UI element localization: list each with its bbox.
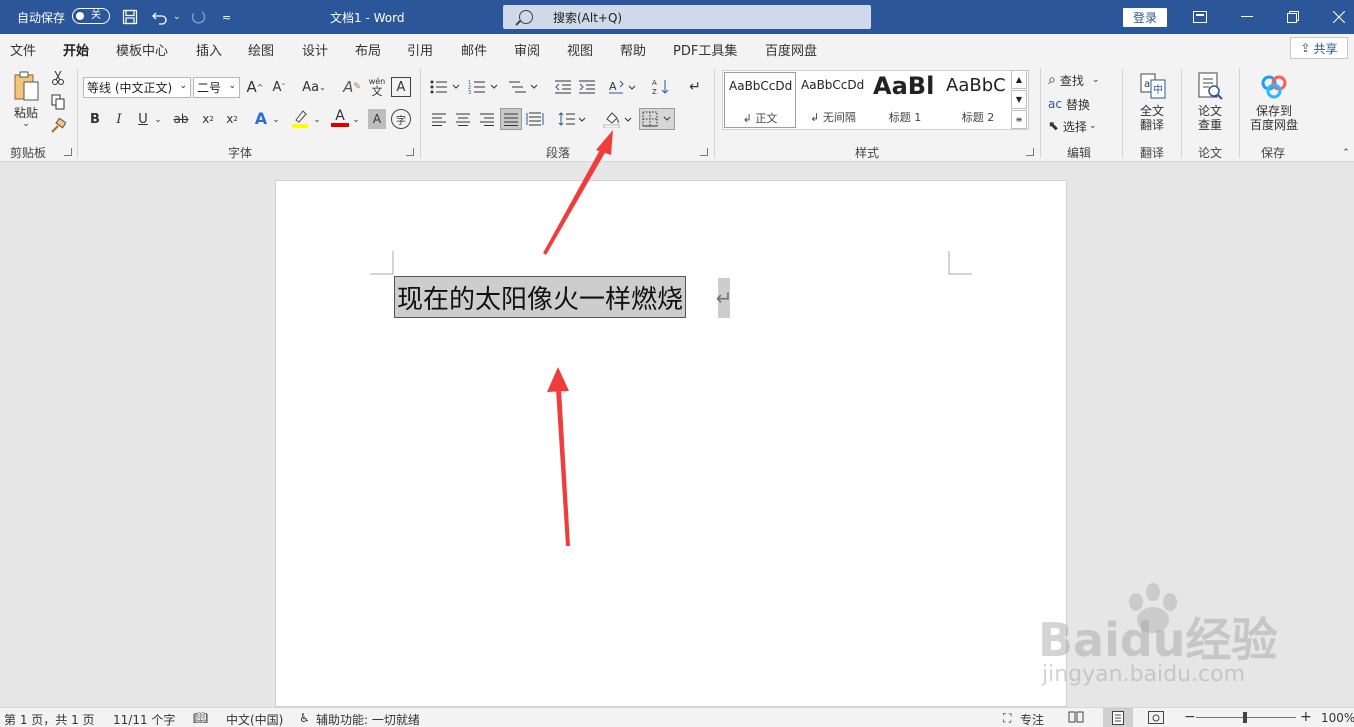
proofing-icon[interactable]: 📖︎	[193, 711, 208, 725]
watermark-url: jingyan.baidu.com	[1042, 662, 1246, 687]
status-bar: 第 1 页，共 1 页 11/11 个字 📖︎ 中文(中国) ♿︎ 辅助功能: …	[0, 707, 1354, 727]
accessibility-status[interactable]: 辅助功能: 一切就绪	[316, 711, 420, 727]
zoom-in-button[interactable]: +	[1300, 709, 1312, 725]
focus-icon[interactable]: ⛶	[1003, 711, 1011, 726]
accessibility-icon[interactable]: ♿︎	[299, 711, 310, 725]
word-count[interactable]: 11/11 个字	[113, 711, 175, 727]
page-count[interactable]: 第 1 页，共 1 页	[4, 711, 95, 727]
zoom-slider-handle[interactable]	[1243, 712, 1247, 723]
read-mode-icon[interactable]	[1068, 711, 1084, 726]
focus-label[interactable]: 专注	[1020, 711, 1044, 727]
arrow-to-shading-button	[543, 130, 613, 255]
watermark-brand: Baidu经验	[1038, 613, 1278, 667]
arrow-to-selected-text	[547, 367, 570, 546]
language-status[interactable]: 中文(中国)	[226, 711, 283, 727]
zoom-level[interactable]: 100%	[1321, 711, 1354, 725]
zoom-out-button[interactable]: −	[1184, 709, 1196, 725]
print-layout-icon[interactable]	[1103, 708, 1133, 727]
web-layout-icon[interactable]	[1148, 711, 1164, 727]
